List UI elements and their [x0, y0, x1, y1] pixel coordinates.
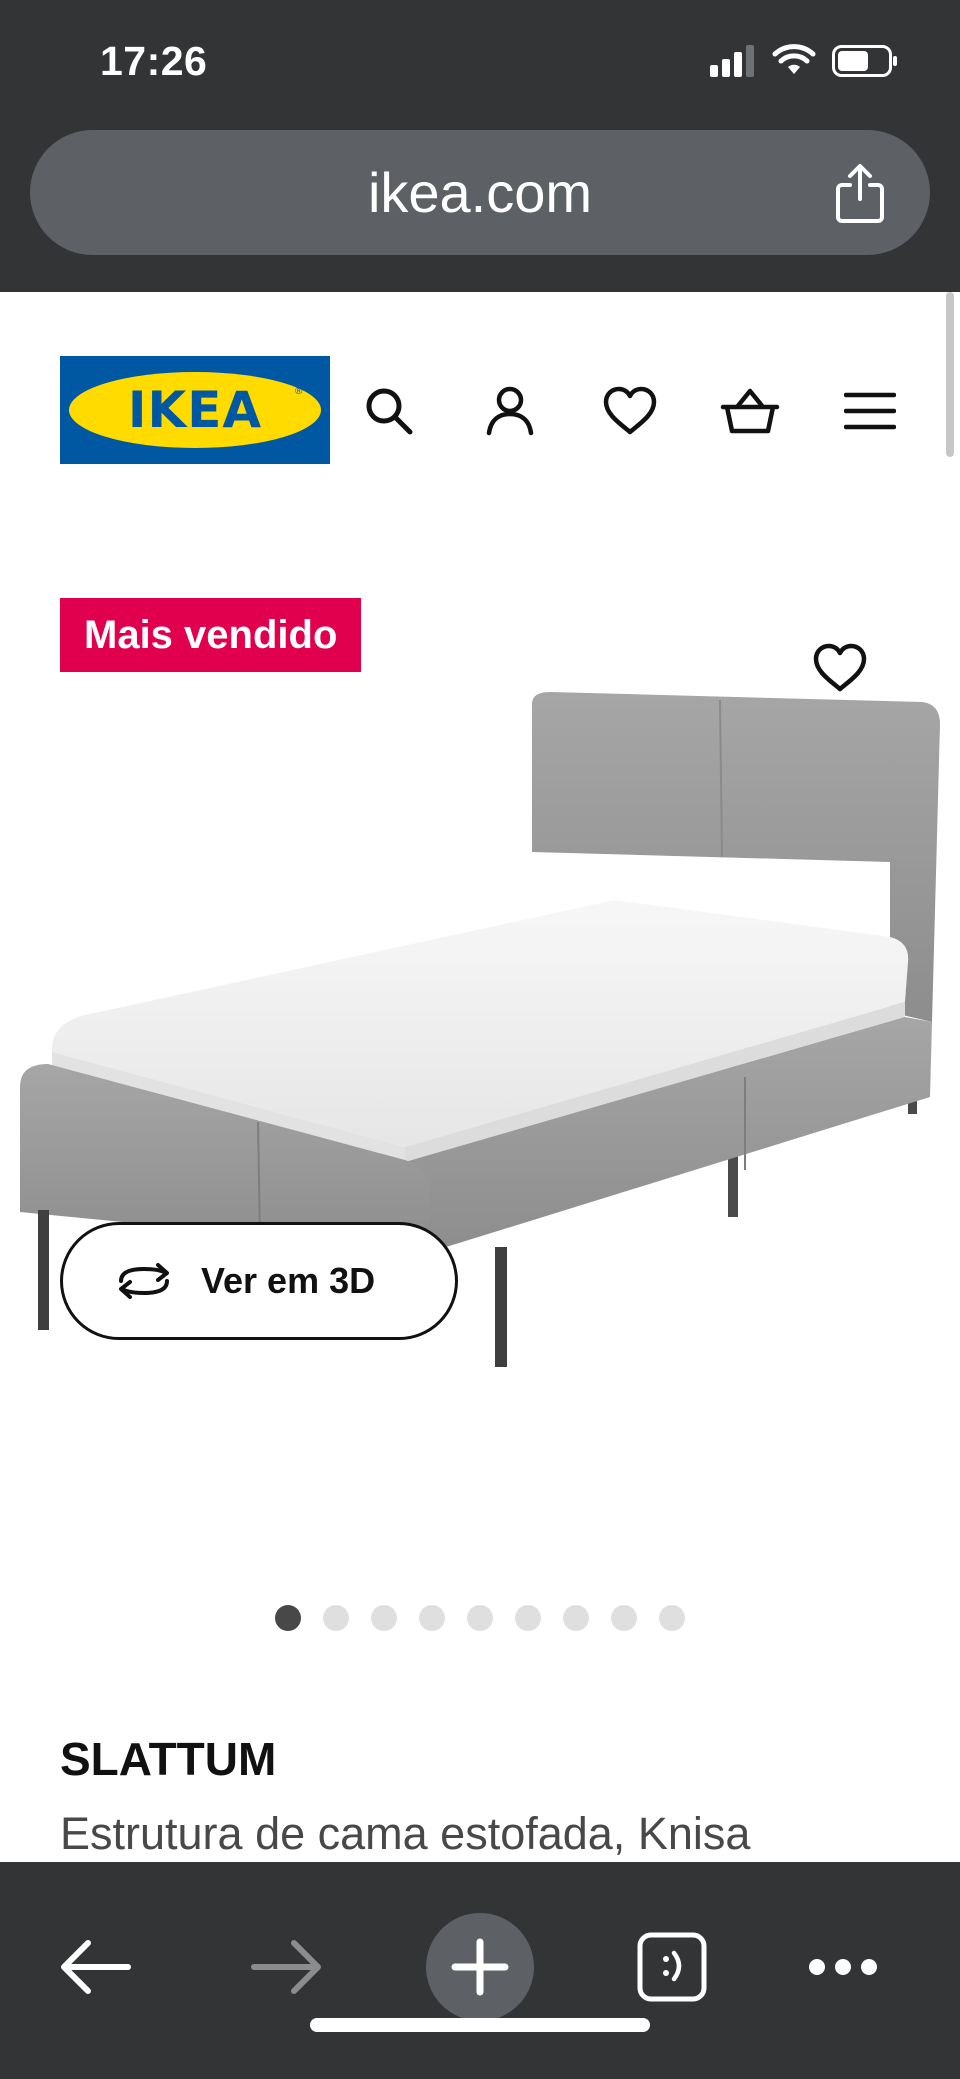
forward-arrow-icon — [251, 1940, 321, 1994]
page-scrollbar[interactable] — [946, 292, 954, 457]
rotate-3d-icon — [119, 1263, 169, 1299]
product-description: Estrutura de cama estofada, Knisa — [60, 1808, 751, 1859]
product-name: SLATTUM — [60, 1733, 277, 1785]
share-icon — [836, 164, 884, 223]
gallery-dot-1[interactable] — [275, 1605, 301, 1631]
bestseller-badge: Mais vendido — [60, 598, 362, 672]
site-header: IKEA ® — [0, 356, 960, 466]
back-arrow-icon — [61, 1940, 131, 1994]
gallery-dot-7[interactable] — [563, 1605, 589, 1631]
gallery-dot-9[interactable] — [659, 1605, 685, 1631]
gallery-pagination — [275, 1605, 685, 1631]
view-in-3d-label: Ver em 3D — [201, 1260, 376, 1301]
gallery-dot-2[interactable] — [323, 1605, 349, 1631]
home-indicator[interactable] — [310, 2018, 650, 2032]
logo-registered-mark: ® — [295, 386, 303, 397]
more-options-button[interactable] — [788, 1912, 898, 2022]
url-text[interactable]: ikea.com — [30, 130, 930, 255]
more-options-icon — [809, 1959, 877, 1975]
search-icon — [366, 388, 413, 435]
view-in-3d-button[interactable]: Ver em 3D — [60, 1222, 458, 1340]
status-time: 17:26 — [100, 38, 208, 84]
basket-button[interactable] — [715, 376, 785, 446]
menu-icon — [844, 392, 896, 430]
cellular-signal-icon — [710, 45, 756, 82]
share-button[interactable] — [828, 160, 892, 228]
account-icon — [486, 386, 534, 436]
logo-text: IKEA — [127, 381, 263, 439]
gallery-dot-5[interactable] — [467, 1605, 493, 1631]
gallery-dot-6[interactable] — [515, 1605, 541, 1631]
new-tab-plus-icon — [451, 1938, 509, 1996]
forward-button[interactable] — [232, 1912, 342, 2022]
browser-top-bar: 17:26 ikea.com — [0, 0, 960, 292]
status-icons — [710, 44, 898, 83]
account-button[interactable] — [475, 376, 545, 446]
gallery-dot-3[interactable] — [371, 1605, 397, 1631]
back-button[interactable] — [40, 1912, 150, 2022]
battery-icon — [832, 45, 898, 82]
browser-bottom-toolbar — [0, 1862, 960, 2079]
gallery-dot-8[interactable] — [611, 1605, 637, 1631]
basket-icon — [720, 388, 780, 434]
product-page: IKEA ® Mais vendido Ver em 3D SLATTUM Es… — [0, 292, 960, 1862]
wifi-icon — [772, 44, 816, 83]
new-tab-button[interactable] — [426, 1913, 534, 2021]
gallery-dot-4[interactable] — [419, 1605, 445, 1631]
menu-button[interactable] — [835, 376, 905, 446]
heart-icon — [603, 386, 657, 435]
favourites-button[interactable] — [595, 376, 665, 446]
ikea-logo[interactable]: IKEA ® — [60, 356, 330, 464]
tabs-icon — [637, 1932, 707, 2002]
search-button[interactable] — [354, 376, 424, 446]
tabs-button[interactable] — [617, 1912, 727, 2022]
heart-outline-icon — [813, 643, 867, 692]
address-bar[interactable]: ikea.com — [30, 130, 930, 255]
